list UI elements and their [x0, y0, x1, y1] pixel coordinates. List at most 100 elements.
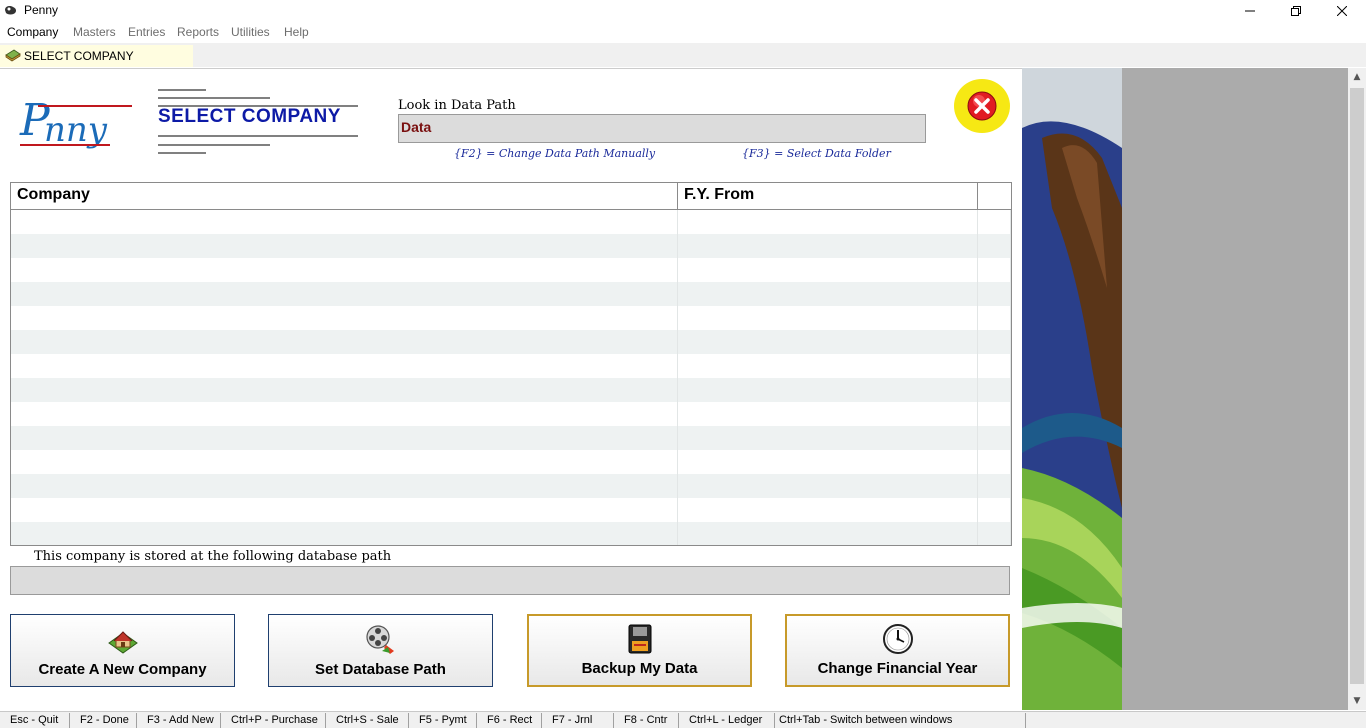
scroll-thumb[interactable] [1350, 88, 1364, 684]
table-cell [11, 474, 678, 498]
status-item: Ctrl+P - Purchase [221, 713, 326, 728]
table-cell [11, 330, 678, 354]
table-row[interactable] [11, 378, 1011, 402]
column-header-fy-from[interactable]: F.Y. From [678, 183, 978, 209]
table-cell [978, 402, 1011, 426]
table-cell [678, 234, 978, 258]
table-row[interactable] [11, 282, 1011, 306]
background-photo [1022, 68, 1122, 710]
create-company-label: Create A New Company [38, 661, 207, 678]
app-window: Penny Company Masters Entries Reports Ut… [0, 0, 1366, 728]
table-cell [11, 306, 678, 330]
table-cell [11, 378, 678, 402]
status-item: Ctrl+S - Sale [326, 713, 409, 728]
table-cell [978, 378, 1011, 402]
menu-reports[interactable]: Reports [177, 25, 219, 39]
grid-body [11, 210, 1011, 545]
table-cell [978, 498, 1011, 522]
status-item: Ctrl+Tab - Switch between windows [775, 713, 1026, 728]
close-circle-icon [967, 91, 997, 121]
status-item: Ctrl+L - Ledger [679, 713, 775, 728]
table-cell [11, 354, 678, 378]
table-cell [678, 498, 978, 522]
table-cell [11, 498, 678, 522]
menu-bar: Company Masters Entries Reports Utilitie… [0, 22, 1366, 43]
set-database-path-button[interactable]: Set Database Path [268, 614, 493, 687]
status-item: F6 - Rect [477, 713, 542, 728]
change-financial-year-button[interactable]: Change Financial Year [785, 614, 1010, 687]
tab-select-company[interactable]: SELECT COMPANY [0, 45, 193, 67]
menu-help[interactable]: Help [284, 25, 309, 39]
column-header-company[interactable]: Company [11, 183, 678, 209]
backup-data-label: Backup My Data [581, 660, 698, 677]
table-row[interactable] [11, 258, 1011, 282]
title-bar: Penny [0, 0, 1366, 22]
table-cell [978, 522, 1011, 545]
table-cell [678, 378, 978, 402]
menu-entries[interactable]: Entries [128, 25, 165, 39]
table-cell [11, 426, 678, 450]
table-cell [678, 474, 978, 498]
scroll-up-icon[interactable]: ▲ [1348, 68, 1366, 86]
table-cell [978, 450, 1011, 474]
table-row[interactable] [11, 234, 1011, 258]
table-cell [678, 426, 978, 450]
film-reel-icon [365, 625, 394, 654]
restore-icon[interactable] [1273, 0, 1319, 22]
table-row[interactable] [11, 210, 1011, 234]
table-cell [11, 450, 678, 474]
table-row[interactable] [11, 522, 1011, 545]
status-item: F8 - Cntr [614, 713, 679, 728]
scroll-down-icon[interactable]: ▼ [1348, 692, 1366, 710]
table-cell [678, 354, 978, 378]
table-cell [678, 258, 978, 282]
table-row[interactable] [11, 306, 1011, 330]
column-header-extra [978, 183, 1011, 209]
status-item: F2 - Done [70, 713, 137, 728]
table-cell [678, 522, 978, 545]
grid-header: Company F.Y. From [11, 183, 1011, 210]
table-cell [678, 330, 978, 354]
book-icon [5, 49, 21, 62]
table-row[interactable] [11, 330, 1011, 354]
table-cell [11, 234, 678, 258]
status-item: Esc - Quit [0, 713, 70, 728]
table-cell [678, 306, 978, 330]
house-icon [107, 631, 138, 654]
table-row[interactable] [11, 498, 1011, 522]
table-row[interactable] [11, 426, 1011, 450]
change-financial-year-label: Change Financial Year [817, 660, 978, 677]
penny-logo: P nny [19, 95, 132, 150]
table-cell [978, 258, 1011, 282]
table-row[interactable] [11, 450, 1011, 474]
backup-data-button[interactable]: Backup My Data [527, 614, 752, 687]
menu-utilities[interactable]: Utilities [231, 25, 270, 39]
company-grid[interactable]: Company F.Y. From [10, 182, 1012, 546]
close-panel-button[interactable] [954, 79, 1010, 133]
menu-masters[interactable]: Masters [73, 25, 116, 39]
table-cell [978, 306, 1011, 330]
vertical-scrollbar[interactable]: ▲ ▼ [1348, 68, 1366, 710]
create-company-button[interactable]: Create A New Company [10, 614, 235, 687]
table-cell [678, 402, 978, 426]
page-title: SELECT COMPANY [158, 106, 341, 127]
data-path-field[interactable]: Data [398, 114, 926, 143]
table-cell [678, 450, 978, 474]
close-icon[interactable] [1319, 0, 1365, 22]
table-row[interactable] [11, 354, 1011, 378]
table-cell [978, 282, 1011, 306]
tab-label: SELECT COMPANY [24, 49, 134, 63]
db-path-field [10, 566, 1010, 595]
status-item: F3 - Add New [137, 713, 221, 728]
set-database-path-label: Set Database Path [315, 661, 446, 678]
table-cell [978, 474, 1011, 498]
table-cell [978, 234, 1011, 258]
table-cell [978, 426, 1011, 450]
table-row[interactable] [11, 402, 1011, 426]
table-row[interactable] [11, 474, 1011, 498]
minimize-icon[interactable] [1227, 0, 1273, 22]
clock-icon [882, 624, 913, 654]
table-cell [11, 522, 678, 545]
menu-company[interactable]: Company [7, 25, 58, 39]
table-cell [678, 282, 978, 306]
